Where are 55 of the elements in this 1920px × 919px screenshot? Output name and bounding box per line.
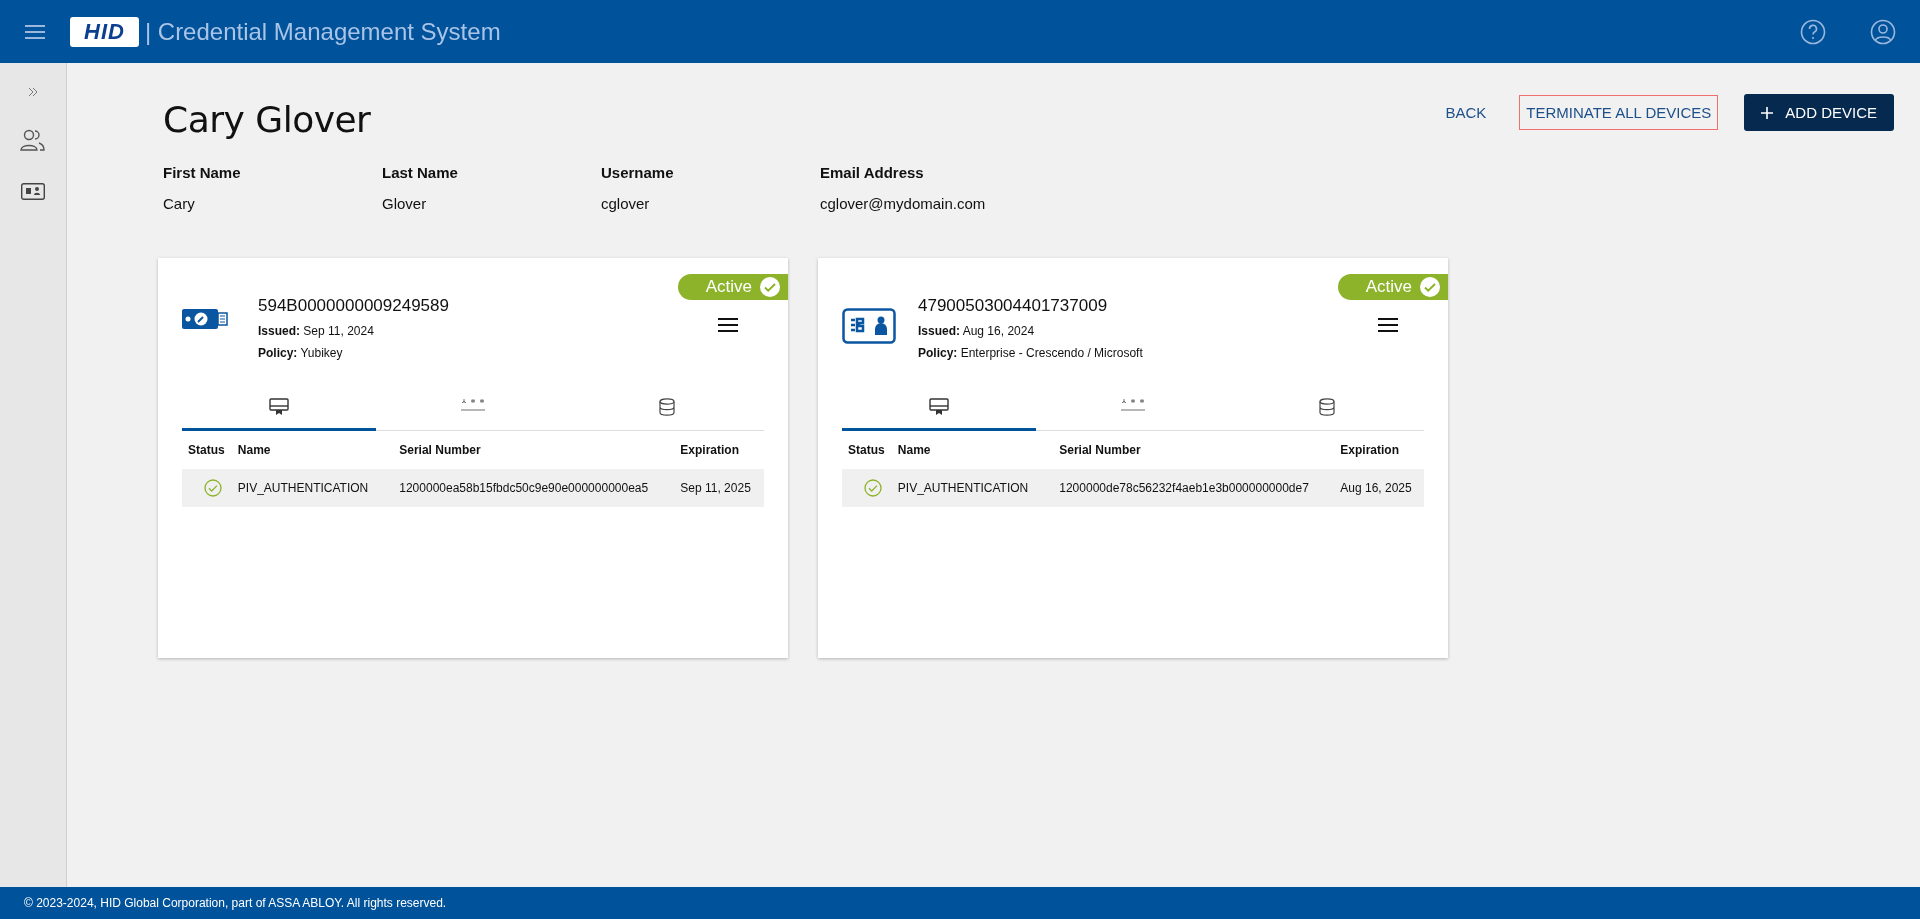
column-header: Expiration [1340,443,1400,457]
table-cell-text: Aug 16, 2025 [1340,481,1413,495]
menu-icon[interactable] [718,318,738,332]
column-header: Name [897,443,932,457]
users-icon[interactable] [20,129,46,151]
table-cell-text: Sep 11, 2025 [680,481,752,495]
table-cell-text: 1200000de78c56232f4aeb1e3b000000000de7 [1059,481,1310,495]
password-icon [1121,398,1145,412]
help-icon[interactable] [1800,18,1826,45]
policy-text: Policy: Yubikey [258,346,344,360]
certificate-icon [269,398,289,416]
database-icon [1319,398,1335,416]
table-cell-text: PIV_AUTHENTICATION [237,481,370,495]
id-card-icon[interactable] [21,183,45,200]
check-circle-icon [1420,277,1440,297]
app-title: | Credential Management System [144,17,501,46]
id-card-icon [842,308,896,344]
usb-key-icon [182,308,228,330]
issued-date: Issued: Aug 16, 2024 [918,324,1036,338]
field-label: Last Name [382,164,459,181]
column-header: Serial Number [1059,443,1142,457]
certificate-icon [929,398,949,416]
action-button[interactable]: TERMINATE ALL DEVICES [1519,95,1719,130]
password-icon [461,398,485,412]
menu-icon[interactable] [1378,318,1398,332]
status-badge: Active [1337,274,1448,300]
column-header: Expiration [680,443,740,457]
column-header: Status [187,443,226,457]
column-header: Name [237,443,272,457]
action-button[interactable]: BACK [1438,95,1494,130]
policy-text: Policy: Enterprise - Crescendo / Microsoft [918,346,1144,360]
page-title: Cary Glover [163,99,371,140]
field-label: Email Address [820,164,925,181]
table-cell-text: 1200000ea58b15fbdc50c9e90e000000000ea5 [399,481,650,495]
table-cell-text: PIV_AUTHENTICATION [897,481,1030,495]
field-value: Cary [163,195,196,212]
database-icon [659,398,675,416]
device-serial: 594B0000000009249589 [258,296,450,316]
logo: HID [70,16,139,47]
user-account-icon[interactable] [1870,18,1896,45]
copyright-text: © 2023-2024, HID Global Corporation, part of ASSA ABLOY. All rights reserved. [24,896,447,910]
field-value: Glover [382,195,428,212]
plus-icon [1761,106,1774,119]
issued-date: Issued: Sep 11, 2024 [258,324,375,338]
field-label: Username [601,164,675,181]
add-device-button[interactable]: ADD DEVICE [1744,94,1894,131]
expand-icon[interactable] [28,87,38,97]
column-header: Serial Number [399,443,482,457]
status-badge: Active [677,274,788,300]
field-value: cglover@mydomain.com [820,195,987,212]
check-circle-icon [760,277,780,297]
column-header: Status [847,443,886,457]
field-label: First Name [163,164,242,181]
device-serial: 47900503004401737009 [918,296,1109,316]
field-value: cglover [601,195,651,212]
